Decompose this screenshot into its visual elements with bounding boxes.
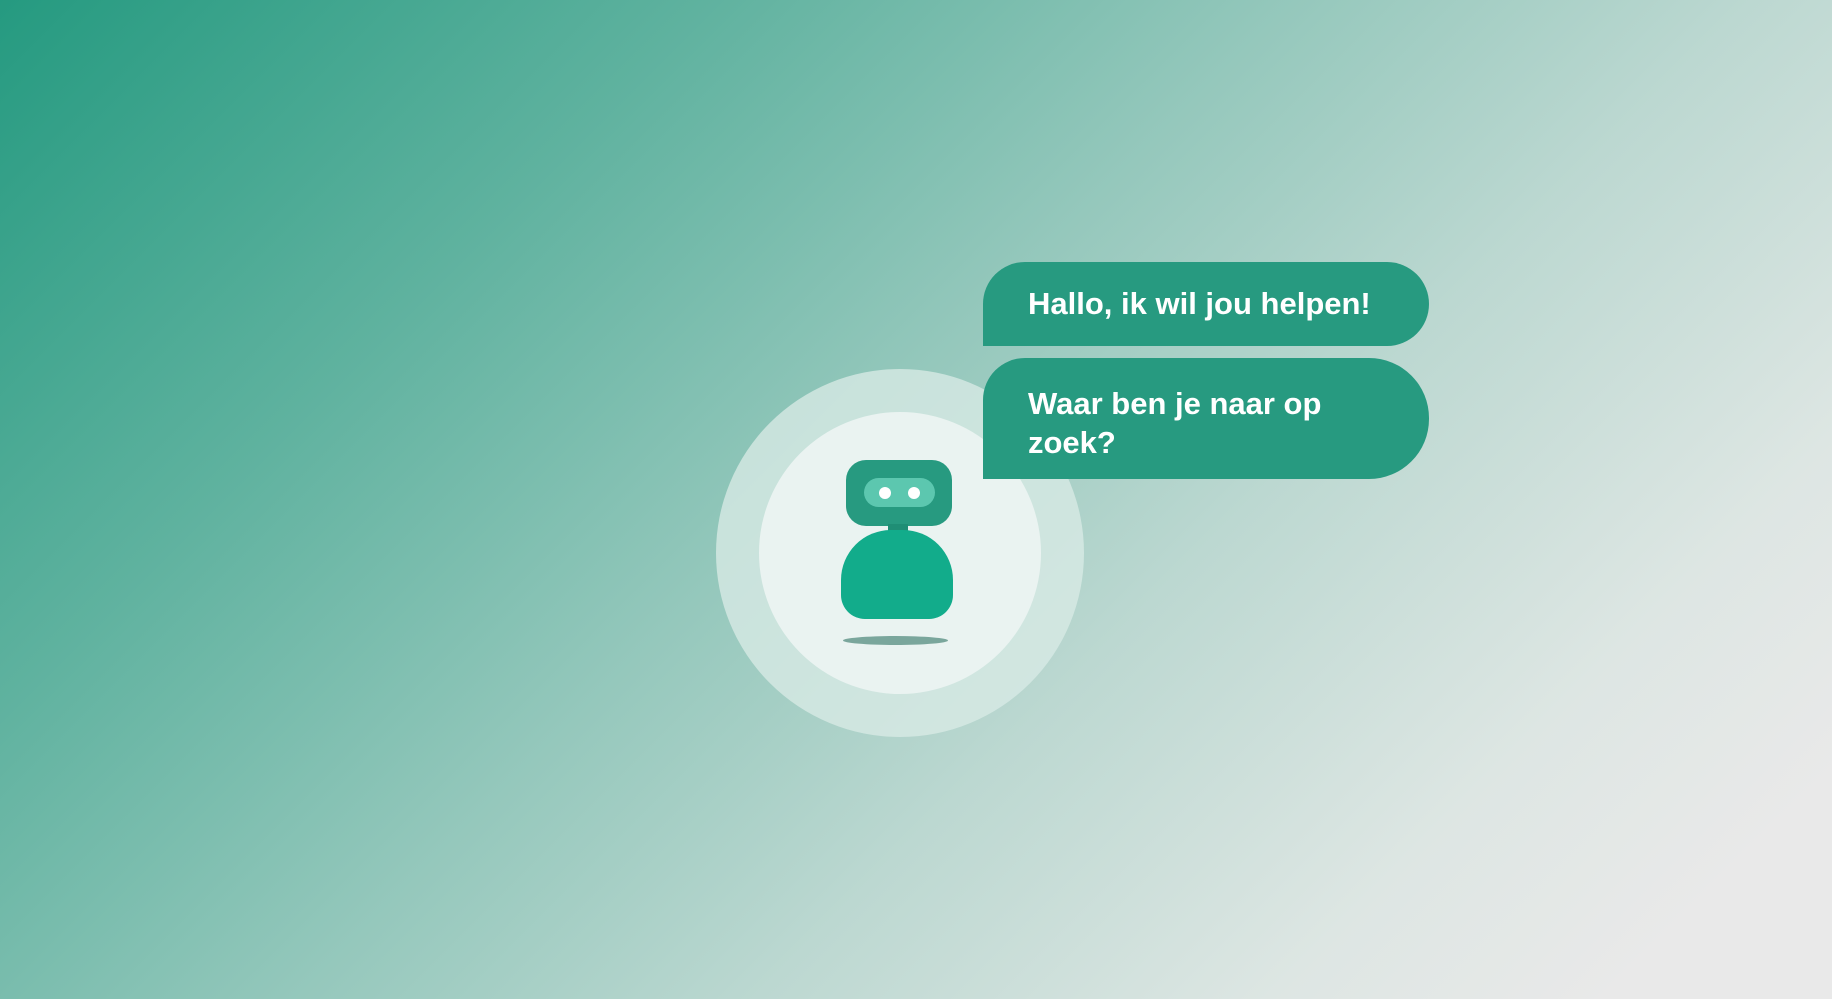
chat-bubble-text: Waar ben je naar op zoek? bbox=[1028, 386, 1322, 460]
chat-bubble-greeting: Hallo, ik wil jou helpen! bbox=[983, 262, 1429, 346]
robot-body bbox=[841, 530, 953, 619]
chat-welcome-illustration: Hallo, ik wil jou helpen! Waar ben je na… bbox=[0, 0, 1832, 999]
robot-head bbox=[846, 460, 952, 526]
chat-bubble-text: Hallo, ik wil jou helpen! bbox=[1028, 286, 1371, 321]
robot-shadow bbox=[843, 636, 948, 645]
chat-bubble-question: Waar ben je naar op zoek? bbox=[983, 358, 1429, 479]
robot-eye-left bbox=[879, 487, 891, 499]
robot-eye-right bbox=[908, 487, 920, 499]
robot-visor bbox=[864, 478, 935, 507]
